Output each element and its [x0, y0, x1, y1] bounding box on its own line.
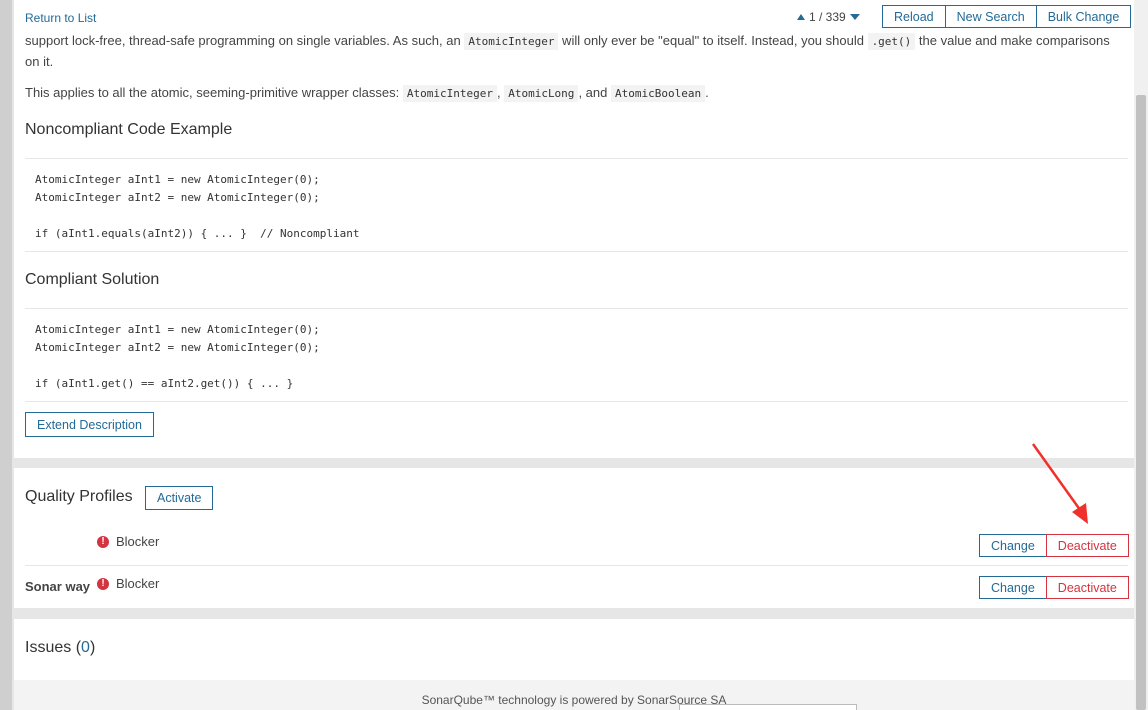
description-paragraph-2: This applies to all the atomic, seeming-…: [25, 83, 1115, 104]
previous-rule-icon[interactable]: [797, 14, 805, 20]
new-search-button[interactable]: New Search: [944, 5, 1037, 28]
desc-text: support lock-free, thread-safe programmi…: [25, 33, 465, 48]
left-edge-strip: [0, 0, 12, 710]
footer-input[interactable]: [679, 704, 857, 710]
description-paragraph-1: support lock-free, thread-safe programmi…: [25, 31, 1115, 72]
inline-code: AtomicBoolean: [610, 85, 706, 102]
inline-code: .get(): [867, 33, 916, 50]
scrollbar-thumb[interactable]: [1136, 95, 1146, 710]
severity: ! Blocker: [97, 534, 159, 549]
issues-label: Issues: [25, 639, 72, 656]
compliant-code-block: AtomicInteger aInt1 = new AtomicInteger(…: [25, 308, 1128, 402]
footer: SonarQube™ technology is powered by Sona…: [14, 680, 1134, 710]
pager-text: 1 / 339: [809, 10, 846, 24]
desc-text: This applies to all the atomic, seeming-…: [25, 85, 403, 100]
profile-actions: Change Deactivate: [979, 576, 1129, 599]
deactivate-button[interactable]: Deactivate: [1045, 576, 1129, 599]
extend-description-button[interactable]: Extend Description: [25, 412, 154, 437]
deactivate-button[interactable]: Deactivate: [1045, 534, 1129, 557]
return-to-list-link[interactable]: Return to List: [25, 11, 96, 25]
inline-code: AtomicLong: [504, 85, 579, 102]
desc-text: .: [705, 85, 709, 100]
noncompliant-heading: Noncompliant Code Example: [25, 121, 233, 138]
noncompliant-code-block: AtomicInteger aInt1 = new AtomicInteger(…: [25, 158, 1128, 252]
inline-code: AtomicInteger: [402, 85, 497, 102]
issues-close-paren: ): [89, 639, 96, 656]
next-rule-icon[interactable]: [849, 14, 860, 20]
bulk-change-button[interactable]: Bulk Change: [1035, 5, 1132, 28]
desc-text: will only ever be "equal" to itself. Ins…: [558, 33, 868, 48]
severity-label: Blocker: [116, 534, 160, 549]
pager: 1 / 339: [797, 10, 860, 24]
rule-navigation-bar: Return to List 1 / 339 Reload New Search…: [14, 0, 1134, 33]
desc-text: the value and make comparisons: [915, 33, 1110, 48]
issues-heading: Issues (0): [25, 639, 95, 657]
change-button[interactable]: Change: [979, 534, 1047, 557]
quality-profiles-panel: Quality Profiles Activate ! Blocker Chan…: [14, 468, 1134, 608]
issues-count-link[interactable]: 0: [81, 639, 90, 656]
desc-text: on it.: [25, 54, 54, 69]
vertical-scrollbar[interactable]: [1134, 0, 1148, 710]
change-button[interactable]: Change: [979, 576, 1047, 599]
rule-details-panel: support lock-free, thread-safe programmi…: [14, 0, 1134, 458]
activate-button[interactable]: Activate: [145, 486, 214, 510]
profile-actions: Change Deactivate: [979, 534, 1129, 557]
issues-panel: Issues (0): [14, 619, 1134, 680]
blocker-icon: !: [97, 577, 109, 590]
quality-profile-row: Sonar way ! Blocker Change Deactivate: [25, 566, 1129, 608]
severity: ! Blocker: [97, 576, 159, 591]
profile-name[interactable]: Sonar way: [25, 579, 90, 594]
blocker-icon: !: [97, 535, 109, 548]
header-actions: Reload New Search Bulk Change: [882, 5, 1132, 28]
quality-profile-row: ! Blocker Change Deactivate: [25, 524, 1129, 566]
reload-button[interactable]: Reload: [882, 5, 946, 28]
issues-open-paren: (: [71, 639, 82, 656]
compliant-heading: Compliant Solution: [25, 271, 160, 288]
inline-code: AtomicInteger: [464, 33, 559, 50]
quality-profiles-heading: Quality Profiles: [25, 488, 133, 505]
desc-text: , and: [578, 85, 611, 100]
severity-label: Blocker: [116, 576, 160, 591]
